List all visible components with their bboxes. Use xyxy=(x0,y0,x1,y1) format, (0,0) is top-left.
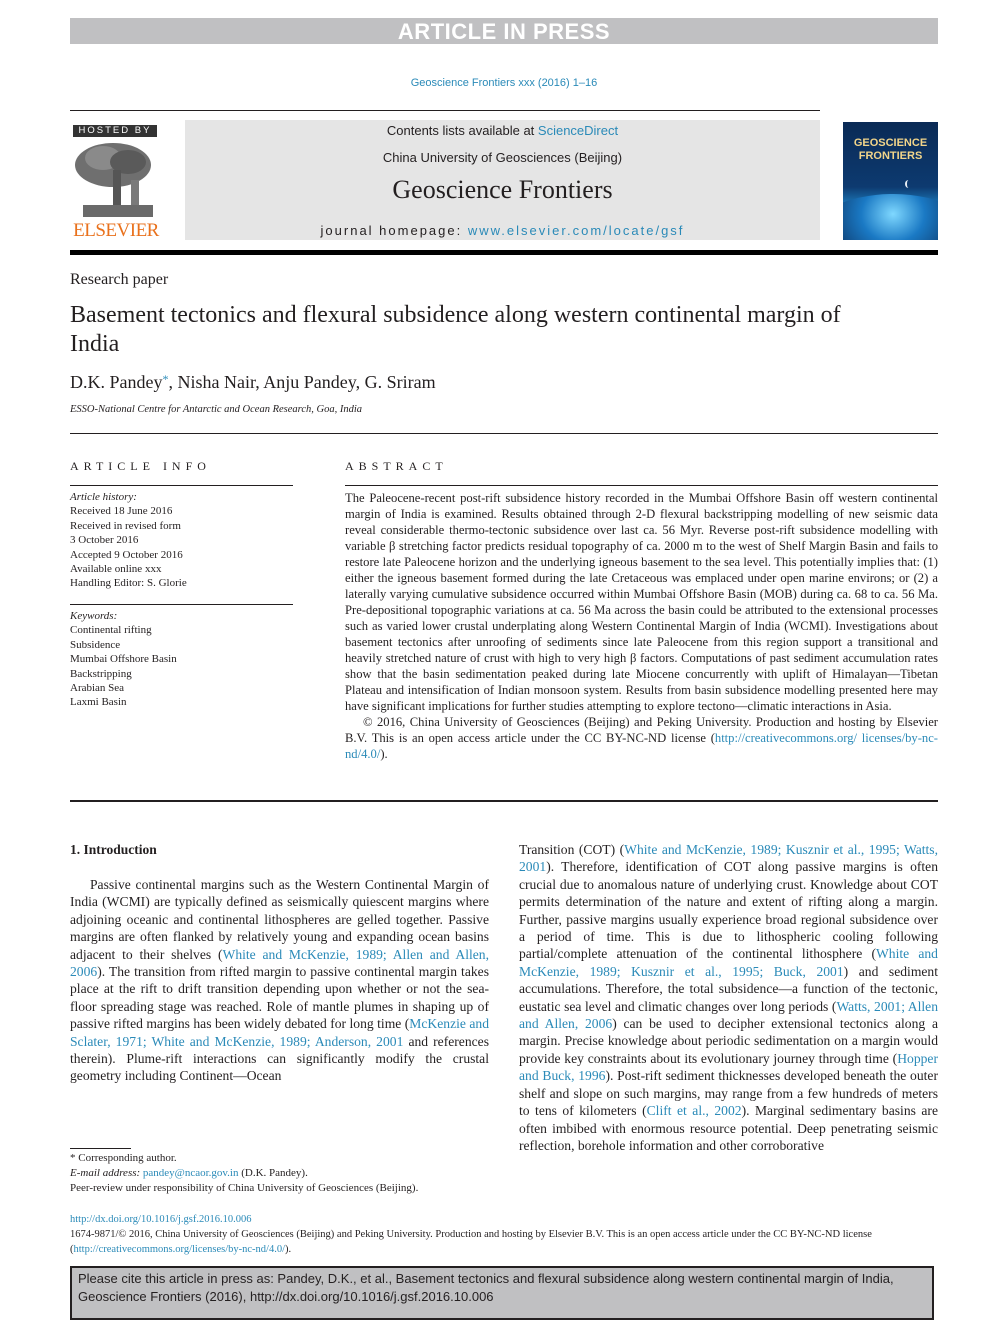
body-column-right: Transition (COT) (White and McKenzie, 19… xyxy=(519,841,938,1154)
citation-box: Please cite this article in press as: Pa… xyxy=(70,1266,934,1320)
citation-line: Geoscience Frontiers (2016), http://dx.d… xyxy=(78,1289,494,1304)
doi-block: http://dx.doi.org/10.1016/j.gsf.2016.10.… xyxy=(70,1212,938,1257)
journal-homepage-link[interactable]: www.elsevier.com/locate/gsf xyxy=(468,223,685,238)
corresponding-author-note: * Corresponding author. xyxy=(70,1152,177,1164)
keyword: Subsidence xyxy=(70,638,121,651)
homepage-prefix: journal homepage: xyxy=(320,223,468,238)
peer-review-note: Peer-review under responsibility of Chin… xyxy=(70,1182,419,1194)
affiliation: ESSO-National Centre for Antarctic and O… xyxy=(70,404,363,415)
cover-title-line1: GEOSCIENCE xyxy=(853,137,928,149)
divider xyxy=(70,800,938,802)
journal-cover-image: GEOSCIENCE FRONTIERS xyxy=(843,122,938,240)
divider xyxy=(70,433,938,434)
copyright-end: ). xyxy=(380,747,388,761)
moon-icon xyxy=(905,180,912,188)
history-label: Article history: xyxy=(70,491,137,503)
history-item: 3 October 2016 xyxy=(70,534,139,547)
email-label: E-mail address: xyxy=(70,1167,143,1179)
license-end: ). xyxy=(285,1244,292,1255)
contents-prefix: Contents lists available at xyxy=(386,123,538,138)
body-column-left: Passive continental margins such as the … xyxy=(70,876,489,1085)
body-text: Transition (COT) ( xyxy=(519,842,625,857)
abstract-heading: ABSTRACT xyxy=(345,459,448,473)
journal-title: Geoscience Frontiers xyxy=(392,175,613,204)
journal-masthead: Contents lists available at ScienceDirec… xyxy=(185,120,820,240)
keyword: Backstripping xyxy=(70,667,132,680)
elsevier-logo-text: ELSEVIER xyxy=(73,220,159,241)
sciencedirect-link[interactable]: ScienceDirect xyxy=(538,123,618,138)
keyword: Laxmi Basin xyxy=(70,696,127,709)
journal-reference-link[interactable]: Geoscience Frontiers xxx (2016) 1–16 xyxy=(0,77,992,89)
keyword: Continental rifting xyxy=(70,624,152,637)
abstract-body: The Paleocene-recent post-rift subsidenc… xyxy=(345,490,938,762)
footnotes: * Corresponding author. E-mail address: … xyxy=(70,1151,418,1196)
hosted-by-label: HOSTED BY xyxy=(73,125,157,137)
paragraph: Transition (COT) (White and McKenzie, 19… xyxy=(519,841,938,1154)
author-list: D.K. Pandey*, Nisha Nair, Anju Pandey, G… xyxy=(70,372,436,393)
abstract-copyright: © 2016, China University of Geosciences … xyxy=(345,714,938,762)
contents-line: Contents lists available at ScienceDirec… xyxy=(185,123,820,138)
article-info-heading: ARTICLE INFO xyxy=(70,459,211,473)
doi-link[interactable]: http://dx.doi.org/10.1016/j.gsf.2016.10.… xyxy=(70,1214,252,1225)
email-suffix: (D.K. Pandey). xyxy=(238,1167,308,1179)
abstract-text: The Paleocene-recent post-rift subsidenc… xyxy=(345,491,938,713)
author-names-rest: , Nisha Nair, Anju Pandey, G. Sriram xyxy=(168,372,436,392)
article-in-press-banner: ARTICLE IN PRESS xyxy=(70,18,938,44)
history-item: Accepted 9 October 2016 xyxy=(70,548,183,561)
history-item: Handling Editor: S. Glorie xyxy=(70,577,187,590)
license-statement: 1674-9871/© 2016, China University of Ge… xyxy=(70,1227,938,1257)
keyword: Arabian Sea xyxy=(70,682,125,695)
paragraph: Passive continental margins such as the … xyxy=(70,876,489,1085)
journal-homepage-line: journal homepage: www.elsevier.com/locat… xyxy=(185,223,820,238)
section-heading-introduction: 1. Introduction xyxy=(70,842,157,857)
divider xyxy=(345,485,938,486)
history-item: Received in revised form xyxy=(70,519,181,532)
citation-line: Please cite this article in press as: Pa… xyxy=(78,1271,894,1286)
header-divider xyxy=(70,250,938,255)
email-link[interactable]: pandey@ncaor.gov.in xyxy=(143,1167,239,1179)
history-item: Available online xxx xyxy=(70,563,162,576)
keywords-list: Keywords: Continental rifting Subsidence… xyxy=(70,609,177,710)
article-title: Basement tectonics and flexural subsiden… xyxy=(70,302,841,357)
keyword: Mumbai Offshore Basin xyxy=(70,653,177,666)
institution-name: China University of Geosciences (Beijing… xyxy=(382,150,623,165)
divider xyxy=(70,110,820,111)
earth-graphic xyxy=(843,194,938,240)
divider xyxy=(70,604,293,605)
divider xyxy=(70,485,293,486)
footnote-divider xyxy=(70,1148,131,1149)
history-item: Received 18 June 2016 xyxy=(70,505,173,518)
elsevier-tree-logo-icon xyxy=(75,143,153,217)
cover-title: GEOSCIENCE FRONTIERS xyxy=(843,137,938,163)
article-history: Article history: Received 18 June 2016 R… xyxy=(70,490,187,591)
email-line: E-mail address: pandey@ncaor.gov.in (D.K… xyxy=(70,1166,418,1181)
license-link[interactable]: http://creativecommons.org/ xyxy=(715,731,857,745)
citation-link[interactable]: Clift et al., 2002 xyxy=(647,1103,742,1118)
article-type: Research paper xyxy=(70,271,169,288)
keywords-label: Keywords: xyxy=(70,610,118,622)
license-link[interactable]: http://creativecommons.org/licenses/by-n… xyxy=(74,1244,286,1255)
cover-title-line2: FRONTIERS xyxy=(858,150,923,162)
author-name[interactable]: D.K. Pandey xyxy=(70,372,163,392)
